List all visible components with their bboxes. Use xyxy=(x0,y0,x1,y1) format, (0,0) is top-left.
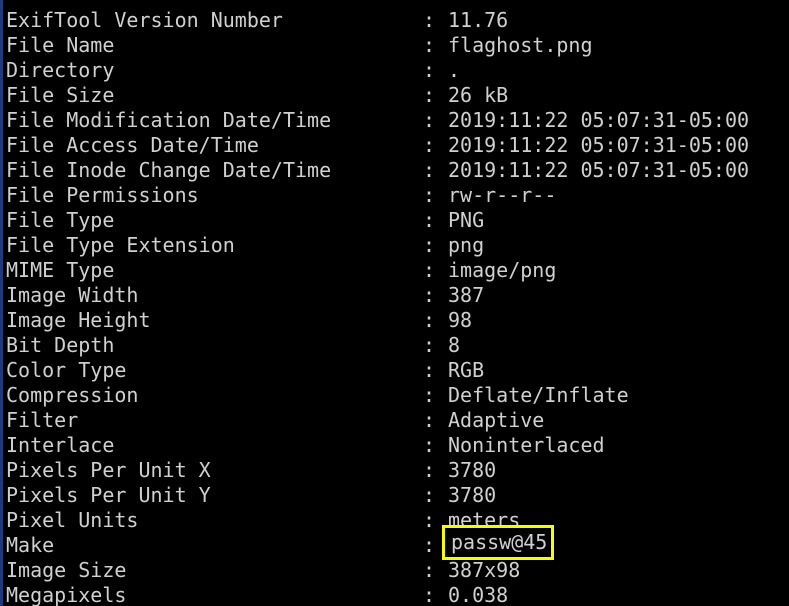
output-row: Bit Depth:8 xyxy=(0,333,789,358)
field-separator: : xyxy=(423,308,436,332)
highlighted-value-text: passw@45 xyxy=(451,530,548,554)
field-name: ExifTool Version Number xyxy=(6,8,283,32)
output-row: File Access Date/Time:2019:11:22 05:07:3… xyxy=(0,133,789,158)
output-row: File Inode Change Date/Time:2019:11:22 0… xyxy=(0,158,789,183)
field-value: 387x98 xyxy=(448,558,521,582)
field-separator: : xyxy=(423,508,436,532)
output-row: Interlace: Noninterlaced xyxy=(0,433,789,458)
output-row: Image Height:98 xyxy=(0,308,789,333)
field-name: Image Height xyxy=(6,308,151,332)
field-separator: : xyxy=(423,8,436,32)
output-row: Make: passw@45 xyxy=(0,525,789,560)
field-separator: : xyxy=(423,533,436,557)
field-separator: : xyxy=(423,408,436,432)
field-name: Image Width xyxy=(6,283,139,307)
field-value: 8 xyxy=(448,333,461,357)
output-row: Megapixels:0.038 xyxy=(0,583,789,606)
output-row: Filter: Adaptive xyxy=(0,408,789,433)
field-separator: : xyxy=(423,83,436,107)
field-name: File Access Date/Time xyxy=(6,133,259,157)
output-row: Directory:. xyxy=(0,58,789,83)
field-value: 3780 xyxy=(448,483,497,507)
field-value: Deflate/Inflate xyxy=(448,383,629,407)
output-row: MIME Type: image/png xyxy=(0,258,789,283)
field-value: Adaptive xyxy=(448,408,545,432)
field-value: 98 xyxy=(448,308,473,332)
field-name: MIME Type xyxy=(6,258,115,282)
field-value: rw-r--r-- xyxy=(448,183,557,207)
output-row: Color Type: RGB xyxy=(0,358,789,383)
field-separator: : xyxy=(423,433,436,457)
field-separator: : xyxy=(423,333,436,357)
field-value: 387 xyxy=(448,283,485,307)
output-row: File Type Extension: png xyxy=(0,233,789,258)
field-name: File Name xyxy=(6,33,115,57)
field-separator: : xyxy=(423,283,436,307)
field-value: 2019:11:22 05:07:31-05:00 xyxy=(448,133,750,157)
field-value: RGB xyxy=(448,358,485,382)
field-name: Make xyxy=(6,533,55,557)
field-value: Noninterlaced xyxy=(448,433,605,457)
field-name: Pixels Per Unit Y xyxy=(6,483,211,507)
field-value: 2019:11:22 05:07:31-05:00 xyxy=(448,158,750,182)
output-row: File Size:26 kB xyxy=(0,83,789,108)
field-value: 2019:11:22 05:07:31-05:00 xyxy=(448,108,750,132)
field-value: png xyxy=(448,233,485,257)
field-value: 26 kB xyxy=(448,83,509,107)
output-row: Pixels Per Unit Y:3780 xyxy=(0,483,789,508)
field-separator: : xyxy=(423,133,436,157)
field-separator: : xyxy=(423,258,436,282)
field-name: File Size xyxy=(6,83,115,107)
output-row: Image Width:387 xyxy=(0,283,789,308)
output-row: File Name: flaghost.png xyxy=(0,33,789,58)
output-row: Pixels Per Unit X:3780 xyxy=(0,458,789,483)
output-row: File Modification Date/Time:2019:11:22 0… xyxy=(0,108,789,133)
output-row: File Type: PNG xyxy=(0,208,789,233)
field-separator: : xyxy=(423,158,436,182)
field-name: File Permissions xyxy=(6,183,199,207)
output-row: File Permissions: rw-r--r-- xyxy=(0,183,789,208)
field-name: File Type xyxy=(6,208,115,232)
field-separator: : xyxy=(423,358,436,382)
output-row: Compression: Deflate/Inflate xyxy=(0,383,789,408)
field-name: Image Size xyxy=(6,558,127,582)
field-name: Interlace xyxy=(6,433,115,457)
field-separator: : xyxy=(423,208,436,232)
field-name: Compression xyxy=(6,383,139,407)
output-row: Pixel Units: meters xyxy=(0,508,789,533)
field-separator: : xyxy=(423,58,436,82)
field-separator: : xyxy=(423,483,436,507)
exiftool-output: ExifTool Version Number:11.76 File Name: f… xyxy=(0,8,789,606)
field-separator: : xyxy=(423,233,436,257)
field-name: Directory xyxy=(6,58,115,82)
output-row: Image Size:387x98 xyxy=(0,558,789,583)
field-separator: : xyxy=(423,33,436,57)
output-row: ExifTool Version Number:11.76 xyxy=(0,8,789,33)
field-value: image/png xyxy=(448,258,557,282)
field-value: PNG xyxy=(448,208,485,232)
field-separator: : xyxy=(423,108,436,132)
field-name: File Type Extension xyxy=(6,233,235,257)
field-name: Pixel Units xyxy=(6,508,139,532)
field-separator: : xyxy=(423,183,436,207)
field-name: Pixels Per Unit X xyxy=(6,458,211,482)
field-value: flaghost.png xyxy=(448,33,593,57)
field-name: Filter xyxy=(6,408,79,432)
terminal-window[interactable]: ExifTool Version Number:11.76 File Name: f… xyxy=(0,0,789,606)
field-value: 11.76 xyxy=(448,8,509,32)
field-name: File Modification Date/Time xyxy=(6,108,332,132)
field-separator: : xyxy=(423,383,436,407)
field-name: Bit Depth xyxy=(6,333,115,357)
field-separator: : xyxy=(423,558,436,582)
field-name: Megapixels xyxy=(6,583,127,606)
field-value: 0.038 xyxy=(448,583,509,606)
field-name: Color Type xyxy=(6,358,127,382)
field-value: . xyxy=(448,58,461,82)
field-separator: : xyxy=(423,458,436,482)
field-name: File Inode Change Date/Time xyxy=(6,158,332,182)
field-value: 3780 xyxy=(448,458,497,482)
highlight-box: passw@45 xyxy=(442,525,555,560)
field-separator: : xyxy=(423,583,436,606)
